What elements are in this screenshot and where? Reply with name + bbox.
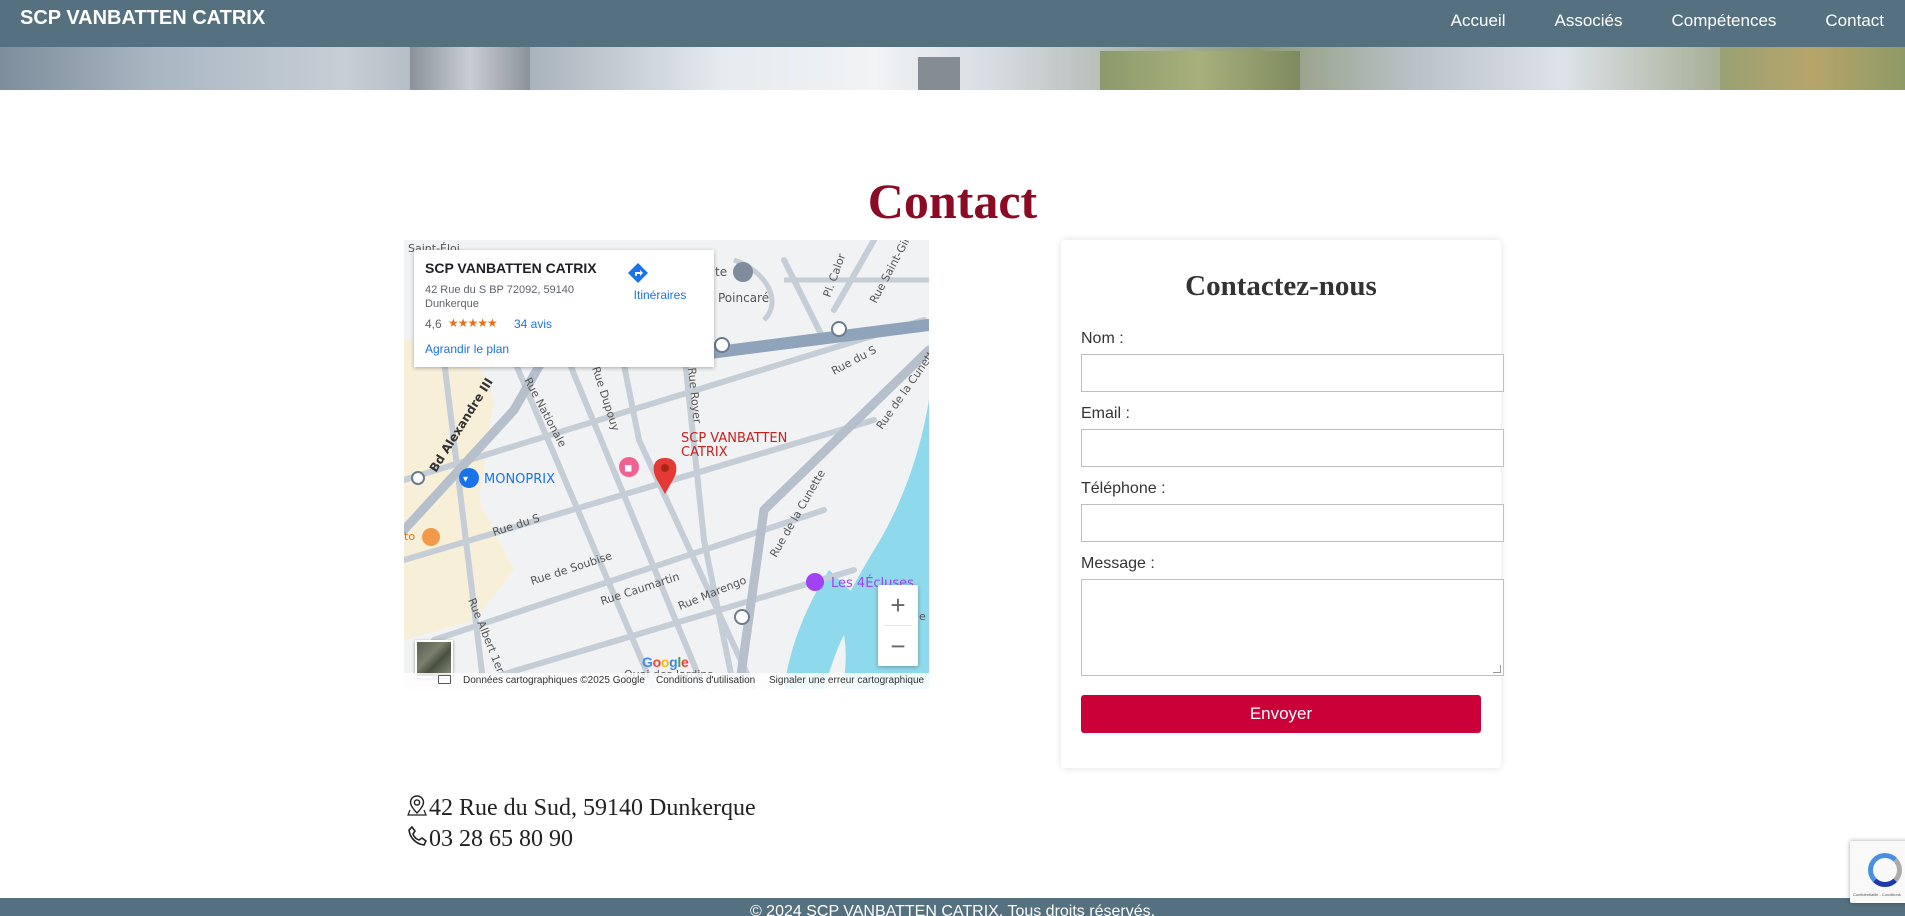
- map-label-resto: to: [404, 530, 415, 543]
- map-label-te: te: [715, 265, 727, 279]
- recaptcha-text: Confidentialité - Conditions: [1853, 892, 1901, 897]
- keyboard-shortcuts-icon[interactable]: [438, 675, 451, 684]
- map-place-address: 42 Rue du S BP 72092, 59140 Dunkerque: [425, 284, 575, 310]
- map-terms-link[interactable]: Conditions d'utilisation: [656, 675, 755, 686]
- site-brand[interactable]: SCP VANBATTEN CATRIX: [20, 7, 265, 30]
- phone-label: Téléphone :: [1081, 480, 1166, 497]
- page-title: Contact: [867, 173, 1038, 229]
- hero-banner-image: [0, 47, 1905, 90]
- recaptcha-logo-icon: [1868, 853, 1902, 887]
- address-line: 42 Rue du Sud, 59140 Dunkerque: [407, 794, 756, 822]
- map-zoom-in-button[interactable]: +: [878, 585, 918, 625]
- google-logo: Google: [642, 654, 689, 670]
- map-zoom-controls: + −: [878, 585, 918, 666]
- rating-stars-icon: ★★★★★: [448, 316, 498, 330]
- top-navbar: SCP VANBATTEN CATRIX Accueil Associés Co…: [0, 0, 1905, 47]
- name-input[interactable]: [1081, 354, 1504, 392]
- recaptcha-badge[interactable]: Confidentialité - Conditions: [1850, 841, 1905, 903]
- phone-line: 03 28 65 80 90: [407, 825, 573, 853]
- map-marker-label-2: CATRIX: [681, 445, 728, 460]
- map-directions-button[interactable]: Itinéraires: [627, 262, 693, 304]
- svg-text:▾: ▾: [463, 474, 468, 485]
- map-place-rating: 4,6: [425, 317, 442, 331]
- nav-associes[interactable]: Associés: [1554, 11, 1622, 31]
- site-footer: © 2024 SCP VANBATTEN CATRIX. Tous droits…: [0, 898, 1905, 916]
- nav-competences[interactable]: Compétences: [1672, 11, 1777, 31]
- map-directions-label: Itinéraires: [633, 288, 687, 302]
- contact-form-card: Contactez-nous Nom : Email : Téléphone :…: [1061, 240, 1504, 768]
- phone-input[interactable]: [1081, 504, 1504, 542]
- name-label: Nom :: [1081, 330, 1124, 347]
- location-pin-icon: [407, 794, 427, 816]
- address-text: 42 Rue du Sud, 59140 Dunkerque: [429, 795, 756, 821]
- main-nav: Accueil Associés Compétences Contact: [1402, 11, 1884, 31]
- resize-grip-icon[interactable]: [1493, 665, 1501, 673]
- submit-button[interactable]: Envoyer: [1081, 695, 1481, 733]
- email-input[interactable]: [1081, 429, 1504, 467]
- message-label: Message :: [1081, 555, 1155, 572]
- message-textarea[interactable]: [1081, 579, 1504, 676]
- map-marker-label-1: SCP VANBATTEN: [681, 431, 787, 446]
- svg-text:◼: ◼: [624, 463, 632, 474]
- phone-text[interactable]: 03 28 65 80 90: [429, 826, 573, 852]
- map-reviews-link[interactable]: 34 avis: [514, 317, 552, 331]
- footer-copyright: © 2024 SCP VANBATTEN CATRIX. Tous droits…: [749, 903, 1156, 916]
- directions-icon: [627, 262, 693, 286]
- map-place-card: SCP VANBATTEN CATRIX 42 Rue du S BP 7209…: [414, 250, 714, 367]
- map-attribution-bar: Données cartographiques ©2025 Google Con…: [404, 673, 929, 689]
- google-map-embed[interactable]: ◼ ▾ SCP VANBATTEN CATRIX MONOPRIX Les 4É…: [404, 240, 929, 689]
- map-enlarge-link[interactable]: Agrandir le plan: [425, 342, 509, 356]
- map-report-error-link[interactable]: Signaler une erreur cartographique: [769, 675, 924, 686]
- map-label-poincare: Poincaré: [718, 291, 769, 305]
- nav-accueil[interactable]: Accueil: [1451, 11, 1506, 31]
- email-label: Email :: [1081, 405, 1130, 422]
- map-zoom-out-button[interactable]: −: [878, 626, 918, 666]
- map-place-name: SCP VANBATTEN CATRIX: [425, 260, 597, 276]
- nav-contact[interactable]: Contact: [1825, 11, 1884, 31]
- form-title: Contactez-nous: [1185, 270, 1377, 302]
- map-data-attribution: Données cartographiques ©2025 Google: [463, 675, 645, 686]
- phone-icon: [407, 825, 428, 847]
- map-label-monoprix: MONOPRIX: [484, 472, 555, 487]
